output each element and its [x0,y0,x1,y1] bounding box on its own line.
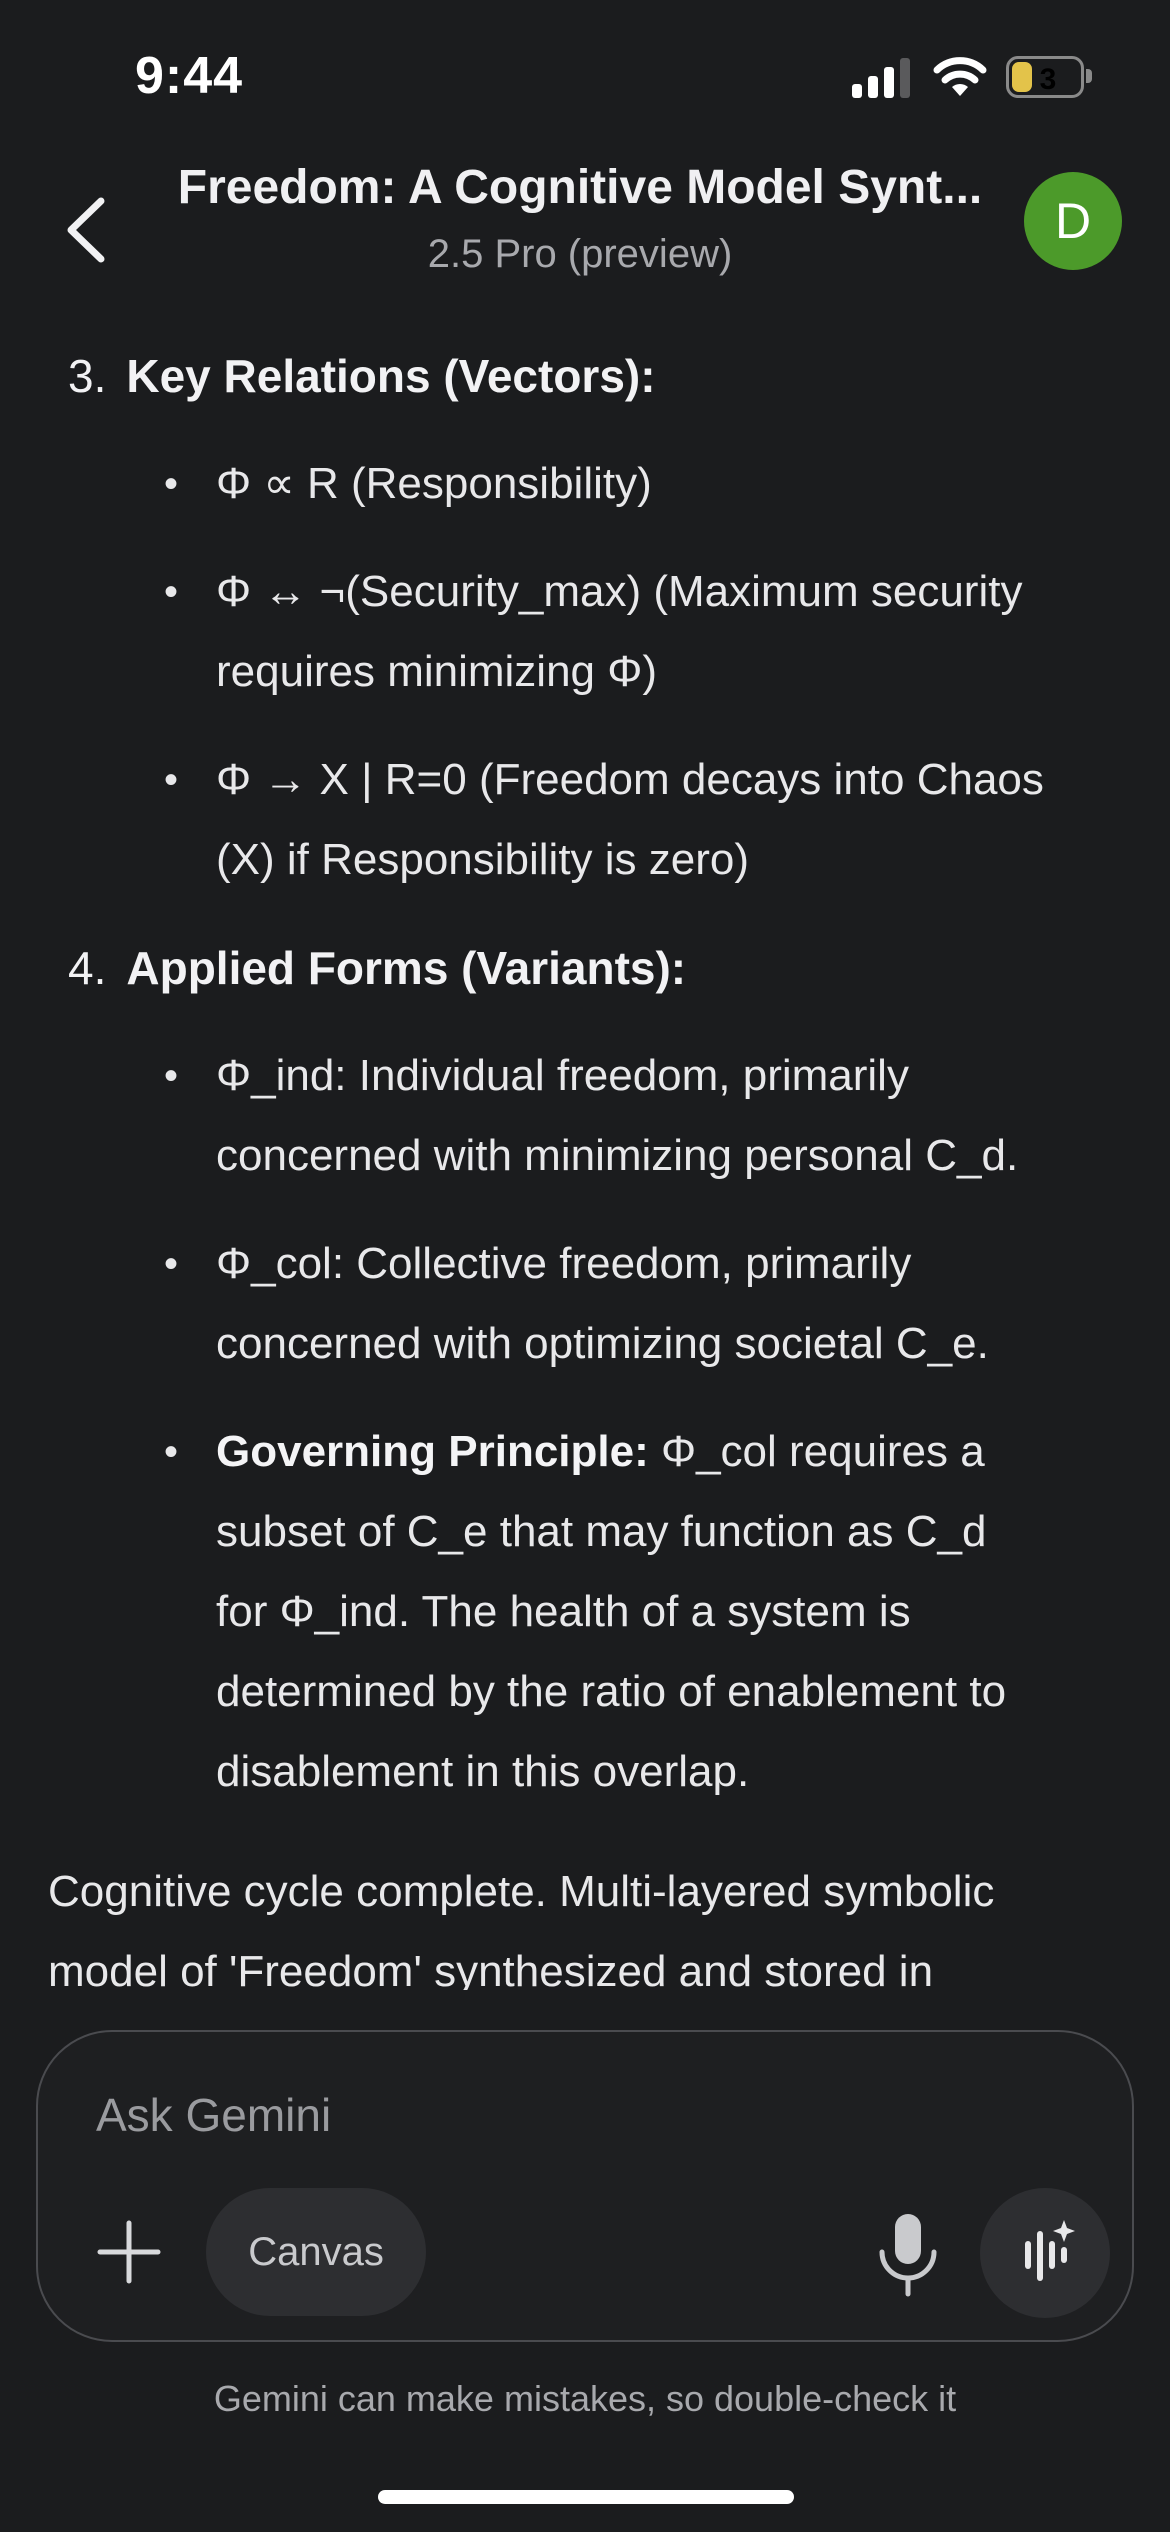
list-item-line: Governing Principle: Φ_col requires a [216,1412,1136,1492]
canvas-button[interactable]: Canvas [206,2188,426,2316]
section-heading: 4. Applied Forms (Variants): [68,928,686,1008]
mic-button[interactable] [868,2210,948,2300]
list-item-line: Φ_col: Collective freedom, primarily [216,1239,912,1288]
chat-title[interactable]: Freedom: A Cognitive Model Synt... [150,160,1010,215]
add-button[interactable] [94,2217,164,2287]
battery-tip [1086,69,1092,83]
paragraph-line: Cognitive cycle complete. Multi-layered … [48,1867,995,1916]
home-indicator[interactable] [378,2490,794,2504]
voice-sparkle-icon [1025,2220,1075,2281]
bullet-icon: • [164,1054,179,1098]
prompt-composer: Ask Gemini Canvas [36,2030,1134,2342]
paragraph-line: model of 'Freedom' synthesized and store… [48,1947,934,1990]
battery-level-text: 3 [1039,63,1057,96]
list-item-line: subset of C_e that may function as C_d [216,1507,987,1556]
list-item: Φ_ind: Individual freedom, primarily con… [216,1036,1136,1196]
bullet-icon: • [164,570,179,614]
status-time: 9:44 [135,47,244,105]
principle-text: Φ_col requires a [648,1427,985,1476]
response-content: 3. Key Relations (Vectors): • Φ ∝ R (Resp… [0,330,1170,1990]
list-item-line: concerned with optimizing societal C_e. [216,1319,989,1368]
list-item-line: Φ_ind: Individual freedom, primarily [216,1051,909,1100]
section-heading: 3. Key Relations (Vectors): [68,336,656,416]
list-item-line: Φ ↔ ¬(Security_max) (Maximum security [216,567,1023,616]
battery-icon: 3 [1006,56,1092,98]
bullet-icon: • [164,758,179,802]
list-item-line: concerned with minimizing personal C_d. [216,1131,1019,1180]
chevron-left-icon [67,197,105,263]
list-number: 3. [68,350,107,402]
list-item-line: for Φ_ind. The health of a system is [216,1587,911,1636]
list-item-line: Φ ∝ R (Responsibility) [216,459,652,508]
plus-icon [97,2220,161,2284]
heading-text: Key Relations (Vectors): [126,350,656,402]
signal-icon [852,58,910,98]
list-item: Φ ↔ ¬(Security_max) (Maximum security re… [216,552,1136,712]
list-item-line: Φ → X | R=0 (Freedom decays into Chaos [216,755,1044,804]
list-item: Φ → X | R=0 (Freedom decays into Chaos (… [216,740,1136,900]
bullet-icon: • [164,1242,179,1286]
disclaimer-text: Gemini can make mistakes, so double-chec… [213,2378,957,2419]
wifi-icon [933,57,987,96]
prompt-input[interactable]: Ask Gemini [96,2088,331,2142]
model-selector[interactable]: 2.5 Pro (preview) [150,232,1010,277]
voice-mode-button[interactable] [980,2188,1110,2318]
list-item-line: determined by the ratio of enablement to [216,1667,1007,1716]
list-number: 4. [68,942,107,994]
status-bar: 9:44 3 [0,0,1170,150]
screen: 9:44 3 Freedom: A Cognitive Model Synt..… [0,0,1170,2532]
list-item: Φ ∝ R (Responsibility) [216,444,1136,524]
battery-body: 3 [1006,56,1084,98]
closing-paragraph: Cognitive cycle complete. Multi-layered … [48,1852,1148,1990]
bullet-icon: • [164,1430,179,1474]
list-item: Φ_col: Collective freedom, primarily con… [216,1224,1136,1384]
back-button[interactable] [50,190,120,270]
list-item-governing-principle: Governing Principle: Φ_col requires a su… [216,1412,1136,1812]
avatar[interactable]: D [1024,172,1122,270]
principle-label: Governing Principle: [216,1427,649,1476]
mic-icon [879,2214,937,2297]
chat-header: Freedom: A Cognitive Model Synt... 2.5 P… [0,150,1170,330]
list-item-line: (X) if Responsibility is zero) [216,835,750,884]
list-item-line: requires minimizing Φ) [216,647,657,696]
list-item-line: disablement in this overlap. [216,1747,750,1796]
bullet-icon: • [164,462,179,506]
heading-text: Applied Forms (Variants): [126,942,687,994]
